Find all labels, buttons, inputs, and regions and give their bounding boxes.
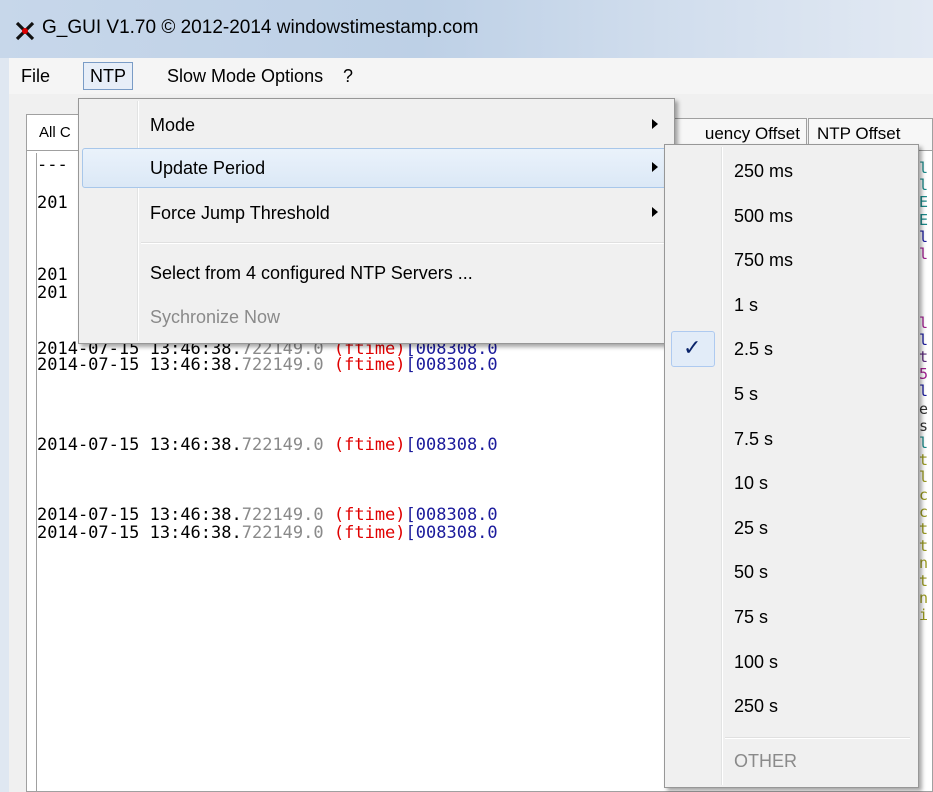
update-period-label: 50 s	[734, 562, 769, 583]
menu-item-label: Mode	[150, 115, 196, 135]
update-period-label: 500 ms	[734, 205, 794, 226]
log-divider	[36, 153, 40, 792]
check-highlight: ✓	[671, 331, 715, 368]
log-date: 2014-07-15	[37, 505, 140, 525]
update-period-item-500ms[interactable]: 500 ms	[668, 194, 915, 238]
menu-item-update-period[interactable]: Update Period	[82, 148, 671, 188]
menu-item-label: Force Jump Threshold	[150, 203, 330, 223]
update-period-item-other: OTHER	[734, 751, 797, 771]
log-id: [008308.0	[405, 435, 498, 455]
update-period-item-2-5s[interactable]: ✓ 2.5 s	[668, 327, 915, 371]
log-time: 13:46:38.	[149, 355, 242, 375]
log-line: 201	[37, 193, 68, 213]
log-id: [008308.0	[405, 523, 498, 543]
log-line: 2014-07-15 13:46:38.722149.0 (ftime)[008…	[37, 356, 498, 374]
log-date: 2014-07-15	[37, 355, 140, 375]
update-period-item-1s[interactable]: 1 s	[668, 283, 915, 327]
submenu-arrow-icon	[652, 207, 658, 217]
app-crossed-wrench-icon	[15, 21, 35, 41]
update-period-label: 750 ms	[734, 250, 794, 271]
ntp-menu-dropdown: Mode Update Period Force Jump Threshold …	[78, 98, 675, 344]
update-period-label: 250 s	[734, 696, 779, 717]
update-period-label: 10 s	[734, 473, 769, 494]
log-overflow-column: llEEll llt5lesltlccttntni	[919, 159, 929, 624]
update-period-item-10s[interactable]: 10 s	[668, 461, 915, 505]
log-time: 13:46:38.	[149, 435, 242, 455]
update-period-submenu: 250 ms 500 ms 750 ms 1 s ✓ 2.5 s 5 s 7.5 s 10 s 2…	[664, 144, 919, 788]
menu-item-force-jump-threshold[interactable]: Force Jump Threshold	[82, 193, 671, 233]
update-period-label: 25 s	[734, 517, 769, 538]
menu-slow-mode-options[interactable]: Slow Mode Options	[161, 62, 329, 90]
update-period-item-250ms[interactable]: 250 ms	[668, 149, 915, 193]
update-period-label: 1 s	[734, 294, 759, 315]
menu-separator	[141, 242, 669, 244]
update-period-label: 250 ms	[734, 161, 794, 181]
log-fraction: 722149.0	[241, 523, 324, 543]
log-fraction: 722149.0	[241, 435, 324, 455]
log-date: 2014-07-15	[37, 435, 140, 455]
update-period-item-7-5s[interactable]: 7.5 s	[668, 417, 915, 461]
log-fraction: 722149.0	[241, 505, 324, 525]
log-dashes: ---	[37, 155, 68, 175]
title-bar[interactable]: G_GUI V1.70 © 2012-2014 windowstimestamp…	[0, 0, 933, 58]
log-source: (ftime)	[333, 523, 406, 543]
submenu-arrow-icon	[652, 162, 658, 172]
update-period-item-250s[interactable]: 250 s	[668, 684, 915, 728]
menu-ntp[interactable]: NTP	[83, 62, 133, 90]
log-source: (ftime)	[333, 355, 406, 375]
log-line: 2014-07-15 13:46:38.722149.0 (ftime)[008…	[37, 436, 498, 454]
log-time: 13:46:38.	[149, 505, 242, 525]
menu-item-label: Sychronize Now	[150, 307, 281, 327]
update-period-item-750ms[interactable]: 750 ms	[668, 238, 915, 282]
log-id: [008308.0	[405, 505, 498, 525]
menu-item-mode[interactable]: Mode	[82, 105, 671, 145]
update-period-item-25s[interactable]: 25 s	[668, 506, 915, 550]
tab-all[interactable]: All C	[26, 114, 86, 152]
menu-bar: File NTP Slow Mode Options ?	[9, 58, 933, 95]
menu-item-synchronize-now: Sychronize Now	[82, 297, 671, 337]
log-id: [008308.0	[405, 355, 498, 375]
log-line: 201	[37, 283, 68, 303]
update-period-item-75s[interactable]: 75 s	[668, 595, 915, 639]
menu-file[interactable]: File	[15, 62, 56, 90]
window-title: G_GUI V1.70 © 2012-2014 windowstimestamp…	[42, 17, 479, 38]
update-period-label: 100 s	[734, 651, 779, 672]
log-fraction: 722149.0	[241, 355, 324, 375]
update-period-label: 75 s	[734, 607, 769, 627]
menu-help[interactable]: ?	[337, 62, 359, 90]
update-period-label: 2.5 s	[734, 339, 774, 360]
update-period-item-5s[interactable]: 5 s	[668, 372, 915, 416]
log-line: 2014-07-15 13:46:38.722149.0 (ftime)[008…	[37, 524, 498, 542]
update-period-item-50s[interactable]: 50 s	[668, 550, 915, 594]
log-line: 201	[37, 265, 68, 285]
checkmark-icon: ✓	[683, 336, 702, 362]
log-source: (ftime)	[333, 505, 406, 525]
menu-item-label: Update Period	[150, 158, 266, 178]
log-source: (ftime)	[333, 435, 406, 455]
update-period-item-100s[interactable]: 100 s	[668, 640, 915, 684]
submenu-arrow-icon	[652, 119, 658, 129]
menu-item-select-ntp-servers[interactable]: Select from 4 configured NTP Servers ...	[82, 253, 671, 293]
update-period-label: 5 s	[734, 384, 759, 404]
log-time: 13:46:38.	[149, 523, 242, 543]
log-date: 2014-07-15	[37, 523, 140, 543]
menu-item-label: Select from 4 configured NTP Servers ...	[150, 263, 473, 283]
log-line: 2014-07-15 13:46:38.722149.0 (ftime)[008…	[37, 506, 498, 524]
update-period-label: 7.5 s	[734, 428, 774, 449]
